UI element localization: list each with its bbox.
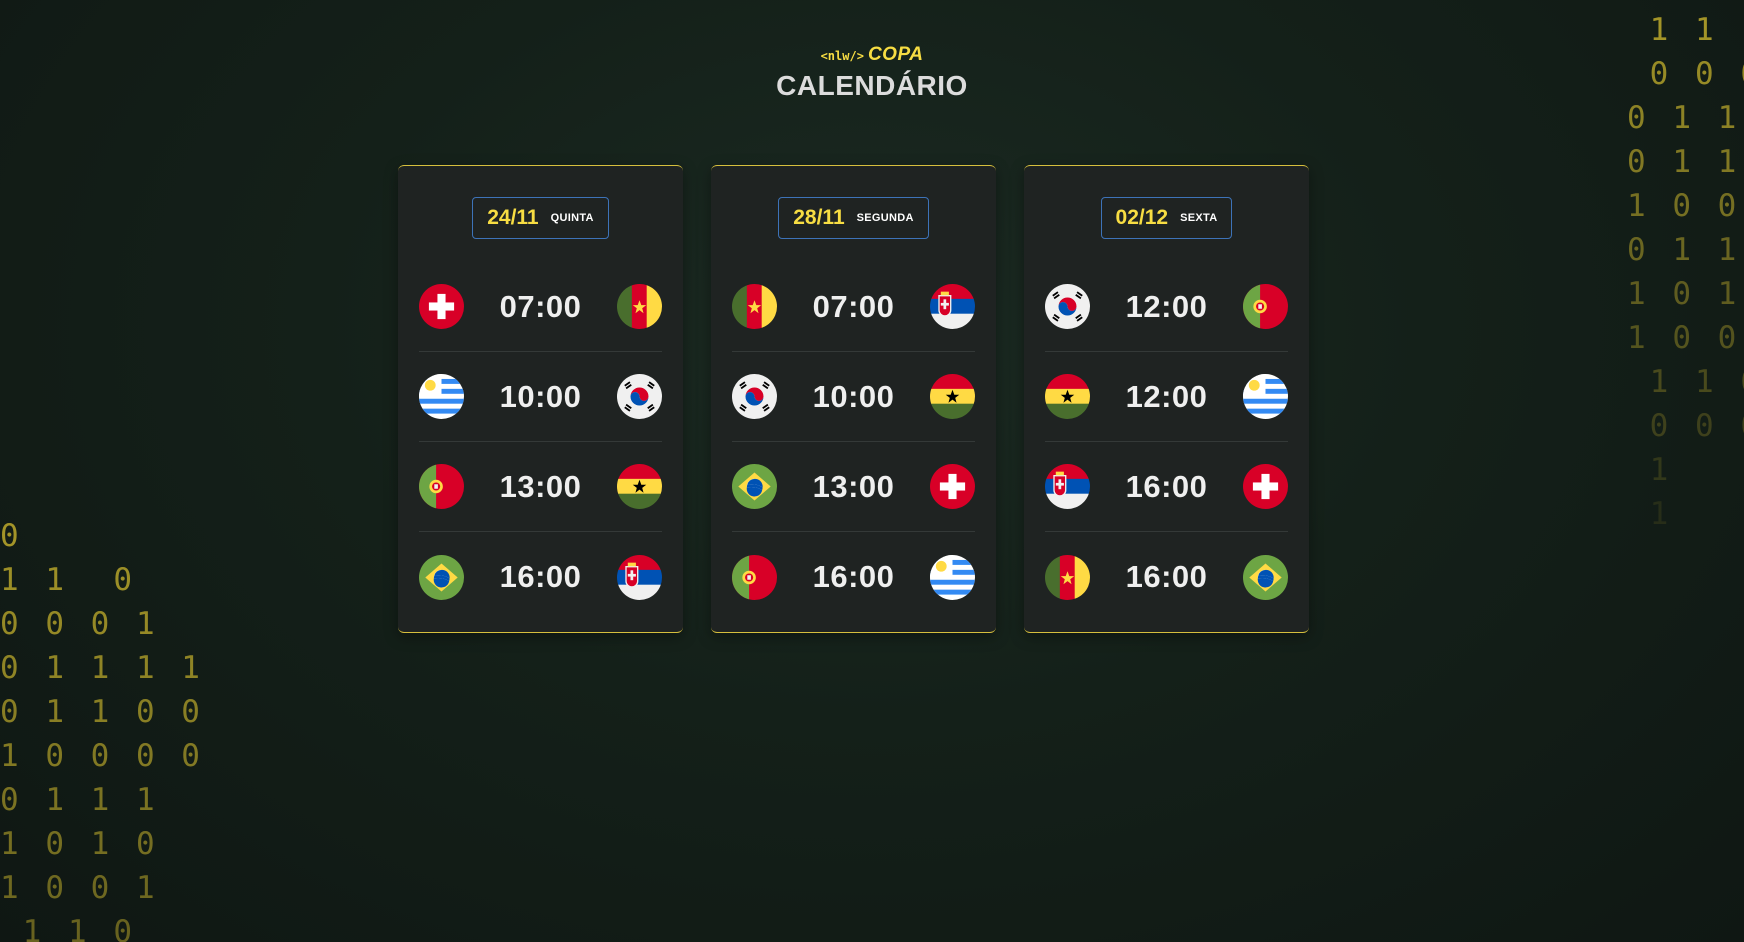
uruguay-flag-icon bbox=[419, 374, 464, 419]
brazil-flag-icon bbox=[1243, 555, 1288, 600]
binary-decoration-left: 0 1 1 0 0 0 0 1 0 1 1 1 1 0 1 1 0 0 1 0 0 0 0… bbox=[0, 514, 204, 942]
match-row: 07:00 bbox=[732, 262, 975, 352]
match-row: 16:00 bbox=[732, 532, 975, 622]
date-badge: 28/11 SEGUNDA bbox=[778, 197, 929, 239]
binary-right-line: 0 1 1 1 bbox=[1627, 100, 1741, 136]
match-row: 16:00 bbox=[1045, 442, 1288, 532]
date-badge: 02/12 SEXTA bbox=[1100, 197, 1233, 239]
match-time: 07:00 bbox=[812, 288, 895, 324]
binary-right-line: 0 0 0 bbox=[1649, 408, 1744, 444]
binary-right-line: 1 1 bbox=[1649, 496, 1744, 532]
portugal-flag-icon bbox=[1243, 284, 1288, 329]
nlw-copa-logo: <nlw/> COPA bbox=[821, 44, 924, 66]
match-time: 12:00 bbox=[1125, 378, 1208, 414]
cameroon-flag-icon bbox=[617, 284, 662, 329]
south-korea-flag-icon bbox=[617, 374, 662, 419]
serbia-flag-icon bbox=[617, 555, 662, 600]
binary-right-line: 1 0 1 0 bbox=[1627, 276, 1741, 312]
match-row: 16:00 bbox=[419, 532, 662, 622]
south-korea-flag-icon bbox=[1045, 284, 1090, 329]
date-weekday: SEGUNDA bbox=[856, 212, 914, 224]
portugal-flag-icon bbox=[419, 464, 464, 509]
binary-right-line: 0 1 1 1 bbox=[1627, 232, 1741, 268]
match-time: 16:00 bbox=[1125, 468, 1208, 504]
date-number: 28/11 bbox=[793, 206, 845, 229]
match-time: 16:00 bbox=[812, 559, 895, 594]
uruguay-flag-icon bbox=[1243, 374, 1288, 419]
match-time: 12:00 bbox=[1125, 288, 1208, 324]
match-time: 07:00 bbox=[499, 288, 582, 324]
match-list: 12:00 12:00 16:00 16:00 bbox=[1045, 262, 1288, 622]
match-time: 10:00 bbox=[812, 378, 895, 414]
south-korea-flag-icon bbox=[732, 374, 777, 419]
match-row: 16:00 bbox=[1045, 532, 1288, 622]
match-row: 07:00 bbox=[419, 262, 662, 352]
binary-right-line: 1 0 0 0 bbox=[1627, 188, 1741, 224]
match-row: 10:00 bbox=[419, 352, 662, 442]
binary-left-line: 0 1 1 1 1 bbox=[0, 650, 204, 686]
match-row: 10:00 bbox=[732, 352, 975, 442]
serbia-flag-icon bbox=[1045, 464, 1090, 509]
binary-left-line: 0 1 1 0 0 bbox=[0, 694, 204, 730]
binary-left-line: 0 bbox=[0, 518, 23, 554]
binary-left-line: 1 1 0 bbox=[0, 562, 136, 598]
match-row: 12:00 bbox=[1045, 352, 1288, 442]
brazil-flag-icon bbox=[419, 555, 464, 600]
cameroon-flag-icon bbox=[732, 284, 777, 329]
date-badge: 24/11 QUINTA bbox=[472, 197, 609, 239]
brazil-flag-icon bbox=[732, 464, 777, 509]
match-list: 07:00 10:00 13:00 16:00 bbox=[419, 262, 662, 622]
date-number: 02/12 bbox=[1115, 206, 1169, 229]
binary-left-line: 1 0 0 0 0 bbox=[0, 738, 204, 774]
day-card: 02/12 SEXTA 12:00 12:00 16:00 16:00 bbox=[1024, 165, 1309, 633]
binary-right-line: 1 1 0 bbox=[1649, 364, 1744, 400]
day-card: 28/11 SEGUNDA 07:00 10:00 13:00 16:00 bbox=[711, 165, 996, 633]
date-number: 24/11 bbox=[487, 206, 539, 229]
switzerland-flag-icon bbox=[930, 464, 975, 509]
switzerland-flag-icon bbox=[1243, 464, 1288, 509]
binary-left-line: 0 0 0 1 bbox=[0, 606, 159, 642]
date-weekday: SEXTA bbox=[1180, 212, 1218, 224]
ghana-flag-icon bbox=[930, 374, 975, 419]
binary-left-line: 1 0 1 0 bbox=[0, 826, 159, 862]
match-list: 07:00 10:00 13:00 16:00 bbox=[732, 262, 975, 622]
page-header: <nlw/> COPA CALENDÁRIO bbox=[0, 44, 1744, 102]
logo-mark: <nlw/> bbox=[820, 49, 864, 63]
match-time: 16:00 bbox=[1125, 559, 1208, 594]
binary-right-line: 1 0 0 1 bbox=[1627, 320, 1741, 356]
match-time: 10:00 bbox=[499, 378, 582, 414]
binary-right-line: 1 1 bbox=[1649, 452, 1744, 488]
page-title: CALENDÁRIO bbox=[776, 70, 968, 101]
portugal-flag-icon bbox=[732, 555, 777, 600]
calendar-cards: 24/11 QUINTA 07:00 10:00 13:00 16:00 28/11 SEGU… bbox=[398, 165, 1309, 633]
day-card: 24/11 QUINTA 07:00 10:00 13:00 16:00 bbox=[398, 165, 683, 633]
binary-left-line: 0 1 1 1 bbox=[0, 782, 159, 818]
binary-left-line: 1 0 0 1 bbox=[0, 870, 159, 906]
uruguay-flag-icon bbox=[930, 555, 975, 600]
ghana-flag-icon bbox=[617, 464, 662, 509]
date-weekday: QUINTA bbox=[550, 212, 594, 224]
match-row: 12:00 bbox=[1045, 262, 1288, 352]
binary-left-line: 1 1 0 bbox=[0, 914, 136, 942]
logo-word: COPA bbox=[867, 44, 924, 65]
match-time: 13:00 bbox=[499, 468, 582, 504]
ghana-flag-icon bbox=[1045, 374, 1090, 419]
switzerland-flag-icon bbox=[419, 284, 464, 329]
binary-right-line: 0 1 1 0 bbox=[1627, 144, 1741, 180]
match-row: 13:00 bbox=[732, 442, 975, 532]
cameroon-flag-icon bbox=[1045, 555, 1090, 600]
match-time: 16:00 bbox=[499, 559, 582, 594]
match-row: 13:00 bbox=[419, 442, 662, 532]
match-time: 13:00 bbox=[812, 468, 895, 504]
serbia-flag-icon bbox=[930, 284, 975, 329]
